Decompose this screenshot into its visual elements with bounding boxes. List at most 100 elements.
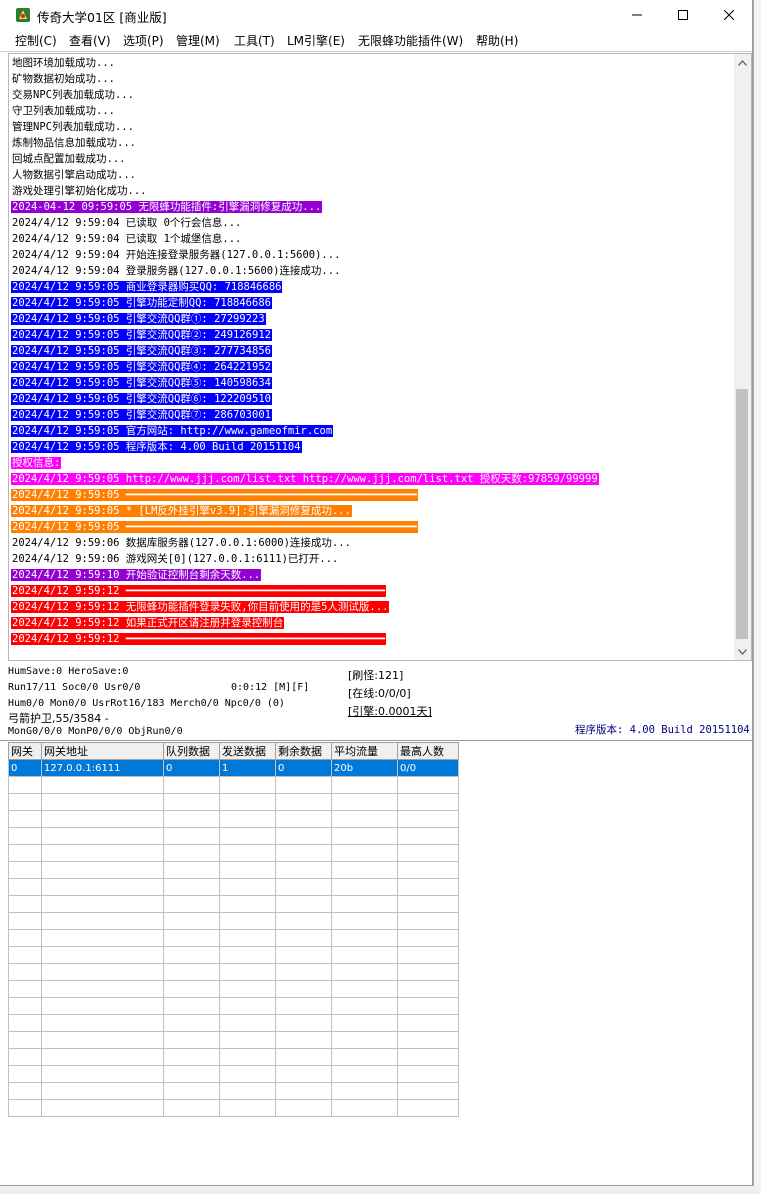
table-row[interactable] bbox=[8, 912, 459, 930]
table-cell bbox=[219, 1048, 276, 1066]
minimize-button[interactable] bbox=[614, 0, 660, 30]
log-text: 2024/4/12 9:59:05 程序版本: 4.00 Build 20151… bbox=[11, 441, 302, 453]
status-refresh: [刷怪:121] bbox=[348, 669, 404, 682]
table-cell bbox=[331, 963, 398, 981]
menu-plugin[interactable]: 无限蜂功能插件(W) bbox=[358, 32, 463, 49]
table-row[interactable] bbox=[8, 878, 459, 896]
log-line: 2024/4/12 9:59:05 引擎功能定制QQ: 718846686 bbox=[11, 295, 733, 311]
table-cell bbox=[275, 827, 332, 845]
minimize-icon bbox=[632, 14, 642, 16]
scroll-thumb[interactable] bbox=[736, 389, 748, 639]
table-cell bbox=[8, 776, 42, 794]
maximize-button[interactable] bbox=[660, 0, 706, 30]
log-text: 2024/4/12 9:59:10 开始验证控制台剩余天数... bbox=[11, 569, 262, 581]
log-text: 2024/4/12 9:59:05 引擎功能定制QQ: 718846686 bbox=[11, 297, 272, 309]
table-cell bbox=[397, 793, 459, 811]
table-row[interactable] bbox=[8, 1014, 459, 1032]
table-cell bbox=[163, 878, 220, 896]
table-cell bbox=[8, 810, 42, 828]
table-cell bbox=[397, 827, 459, 845]
log-text: 矿物数据初始成功... bbox=[12, 73, 115, 85]
log-panel[interactable]: 地图环境加载成功... 矿物数据初始成功... 交易NPC列表加载成功... 守卫列表… bbox=[8, 53, 752, 661]
table-row[interactable] bbox=[8, 1065, 459, 1083]
table-cell bbox=[8, 980, 42, 998]
column-header[interactable]: 网关地址 bbox=[41, 742, 164, 760]
log-line: 2024/4/12 9:59:05 引擎交流QQ群②: 249126912 bbox=[11, 327, 733, 343]
menu-control[interactable]: 控制(C) bbox=[15, 32, 57, 49]
table-row[interactable] bbox=[8, 895, 459, 913]
table-row[interactable] bbox=[8, 963, 459, 981]
table-cell bbox=[41, 895, 164, 913]
table-cell bbox=[163, 1048, 220, 1066]
table-row[interactable] bbox=[8, 1099, 459, 1117]
table-cell bbox=[397, 946, 459, 964]
log-scrollbar[interactable] bbox=[734, 54, 751, 660]
log-line: 2024/4/12 9:59:05 引擎交流QQ群⑥: 122209510 bbox=[11, 391, 733, 407]
column-header[interactable]: 平均流量 bbox=[331, 742, 398, 760]
table-cell bbox=[41, 1031, 164, 1049]
table-cell: 0 bbox=[275, 759, 332, 777]
table-row[interactable] bbox=[8, 929, 459, 947]
scroll-down-button[interactable] bbox=[734, 643, 751, 660]
table-cell bbox=[219, 1014, 276, 1032]
log-text: 炼制物品信息加载成功... bbox=[12, 137, 136, 149]
column-header[interactable]: 最高人数 bbox=[397, 742, 459, 760]
table-row[interactable] bbox=[8, 861, 459, 879]
table-row[interactable] bbox=[8, 1082, 459, 1100]
log-line: 人物数据引擎启动成功... bbox=[11, 167, 733, 183]
table-row[interactable]: 0 127.0.0.1:6111 0 1 0 20b 0/0 bbox=[8, 759, 459, 777]
table-body: 0 127.0.0.1:6111 0 1 0 20b 0/0 bbox=[8, 759, 459, 1117]
table-row[interactable] bbox=[8, 793, 459, 811]
table-cell bbox=[275, 1082, 332, 1100]
column-header[interactable]: 发送数据 bbox=[219, 742, 276, 760]
log-text: 2024/4/12 9:59:05 http://www.jjj.com/lis… bbox=[11, 473, 599, 485]
table-cell bbox=[275, 1031, 332, 1049]
log-text: 回城点配置加载成功... bbox=[12, 153, 126, 165]
table-cell bbox=[8, 1014, 42, 1032]
table-row[interactable] bbox=[8, 946, 459, 964]
menu-manage[interactable]: 管理(M) bbox=[176, 32, 220, 49]
table-cell bbox=[8, 1048, 42, 1066]
table-cell bbox=[41, 1048, 164, 1066]
table-cell bbox=[331, 1099, 398, 1117]
menu-lm-engine[interactable]: LM引擎(E) bbox=[287, 32, 345, 49]
table-cell bbox=[331, 793, 398, 811]
table-cell bbox=[41, 878, 164, 896]
table-row[interactable] bbox=[8, 1031, 459, 1049]
table-cell bbox=[8, 946, 42, 964]
log-text: 2024/4/12 9:59:12 ━━━━━━━━━━━━━━━━━━━━━━… bbox=[11, 585, 386, 597]
table-cell bbox=[219, 861, 276, 879]
gateway-table[interactable]: 网关 网关地址 队列数据 发送数据 剩余数据 平均流量 最高人数 0 127.0.0.1:61… bbox=[8, 742, 459, 1117]
table-row[interactable] bbox=[8, 810, 459, 828]
table-row[interactable] bbox=[8, 776, 459, 794]
table-cell bbox=[397, 980, 459, 998]
table-cell bbox=[331, 895, 398, 913]
status-hum: Hum0/0 Mon0/0 UsrRot16/183 Merch0/0 Npc0… bbox=[8, 698, 285, 709]
app-icon bbox=[16, 8, 30, 22]
log-text: 人物数据引擎启动成功... bbox=[12, 169, 136, 181]
table-cell bbox=[397, 963, 459, 981]
menu-tools[interactable]: 工具(T) bbox=[234, 32, 275, 49]
table-row[interactable] bbox=[8, 844, 459, 862]
close-button[interactable] bbox=[706, 0, 752, 30]
menu-options[interactable]: 选项(P) bbox=[123, 32, 164, 49]
menu-view[interactable]: 查看(V) bbox=[69, 32, 111, 49]
title-bar[interactable]: 传奇大学01区 [商业版] bbox=[0, 0, 752, 30]
scroll-up-button[interactable] bbox=[734, 54, 751, 71]
table-row[interactable] bbox=[8, 997, 459, 1015]
table-cell bbox=[41, 1099, 164, 1117]
menu-help[interactable]: 帮助(H) bbox=[476, 32, 518, 49]
table-row[interactable] bbox=[8, 1048, 459, 1066]
table-row[interactable] bbox=[8, 980, 459, 998]
table-cell bbox=[331, 878, 398, 896]
log-text: 2024/4/12 9:59:04 登录服务器(127.0.0.1:5600)连… bbox=[12, 265, 341, 277]
table-cell bbox=[163, 946, 220, 964]
column-header[interactable]: 网关 bbox=[8, 742, 42, 760]
table-row[interactable] bbox=[8, 827, 459, 845]
log-text: 2024/4/12 9:59:06 游戏网关[0](127.0.0.1:6111… bbox=[12, 553, 339, 565]
log-line: 2024/4/12 9:59:06 数据库服务器(127.0.0.1:6000)… bbox=[11, 535, 733, 551]
table-cell bbox=[163, 861, 220, 879]
table-cell bbox=[397, 810, 459, 828]
column-header[interactable]: 队列数据 bbox=[163, 742, 220, 760]
column-header[interactable]: 剩余数据 bbox=[275, 742, 332, 760]
